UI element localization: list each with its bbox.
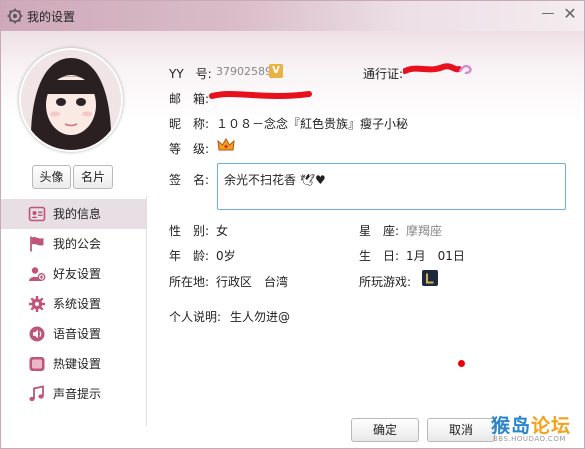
sign-label: 签 名:	[169, 173, 210, 187]
hotkey-icon	[29, 357, 45, 371]
passport-redaction	[403, 63, 472, 75]
bio-value: 生人勿进@	[230, 310, 291, 324]
zodiac-label: 星 座:	[359, 224, 400, 238]
sidebar-item-label: 热键设置	[53, 357, 102, 371]
close-icon[interactable]: ✕	[561, 5, 579, 23]
ok-button[interactable]: 确定	[351, 418, 419, 442]
gender-label: 性 别:	[169, 224, 210, 238]
zodiac-value: 摩羯座	[406, 224, 443, 238]
yy-value: 37902589	[216, 65, 272, 78]
bio-label: 个人说明:	[169, 310, 222, 324]
avatar-image	[21, 50, 121, 150]
level-label: 等 级:	[169, 142, 210, 156]
red-dot-marker	[458, 360, 465, 367]
friend-icon	[29, 267, 46, 281]
title-bar[interactable]: 我的设置 — ✕	[1, 1, 584, 31]
sidebar-item-label: 系统设置	[53, 297, 102, 311]
music-note-icon	[29, 385, 44, 402]
location-label: 所在地:	[169, 275, 210, 289]
avatar[interactable]	[19, 48, 123, 152]
watermark-logo: 猴岛论坛 BBS.HOUDAO.COM	[491, 411, 583, 447]
avatar-button[interactable]: 头像	[32, 165, 71, 189]
yy-label: YY 号:	[169, 67, 212, 81]
sidebar-item-my-info[interactable]: 我的信息	[1, 199, 146, 229]
watermark-main-b: 论坛	[531, 415, 572, 437]
crown-icon	[217, 138, 235, 151]
speaker-icon	[29, 326, 45, 342]
birthday-label: 生 日:	[359, 249, 400, 263]
minimize-icon[interactable]: —	[539, 5, 557, 23]
sidebar-item-hotkey-settings[interactable]: 热键设置	[1, 349, 146, 379]
games-label: 所玩游戏:	[359, 275, 412, 289]
email-label: 邮 箱:	[169, 92, 210, 106]
sidebar-item-label: 我的信息	[53, 207, 102, 221]
cancel-button[interactable]: 取消	[427, 418, 495, 442]
card-button[interactable]: 名片	[73, 165, 113, 189]
sidebar-item-label: 声音提示	[53, 387, 102, 401]
email-redaction	[209, 91, 312, 99]
gear-title-icon	[7, 8, 23, 24]
passport-label: 通行证:	[363, 67, 404, 81]
age-label: 年 龄:	[169, 249, 210, 263]
settings-window: 我的设置 — ✕ 头像 名片 我的信息 我的公会 好友设置 系统设置 语音设置 …	[0, 0, 585, 449]
signature-input[interactable]: 余光不扫花香 🕊♥	[217, 163, 566, 210]
sidebar-item-system-settings[interactable]: 系统设置	[1, 289, 146, 319]
flag-icon	[30, 236, 44, 252]
sidebar-item-label: 好友设置	[53, 267, 102, 281]
age-value: 0岁	[216, 249, 236, 263]
window-title: 我的设置	[27, 10, 76, 24]
gear-icon	[29, 296, 45, 312]
watermark-sub: BBS.HOUDAO.COM	[493, 435, 566, 443]
sidebar-item-label: 我的公会	[53, 237, 102, 251]
signature-text: 余光不扫花香 🕊♥	[224, 173, 326, 187]
game-L-icon[interactable]	[422, 270, 438, 286]
watermark-main-a: 猴岛	[491, 415, 532, 437]
sidebar-item-sound-alerts[interactable]: 声音提示	[1, 379, 146, 409]
sidebar-item-voice-settings[interactable]: 语音设置	[1, 319, 146, 349]
vip-badge-icon: V	[269, 64, 283, 78]
sidebar-divider	[146, 196, 147, 426]
location-value: 行政区 台湾	[216, 275, 289, 289]
sidebar-item-friend-settings[interactable]: 好友设置	[1, 259, 146, 289]
sidebar-item-label: 语音设置	[53, 327, 102, 341]
profile-card-icon	[28, 206, 46, 222]
gender-value: 女	[216, 224, 229, 238]
birthday-value: 1月 01日	[406, 249, 465, 263]
sidebar-item-my-guild[interactable]: 我的公会	[1, 229, 146, 259]
nickname-label: 昵 称:	[169, 117, 210, 131]
nickname-value: １０８－念念『紅色贵族』瘦子小秘	[216, 117, 409, 131]
